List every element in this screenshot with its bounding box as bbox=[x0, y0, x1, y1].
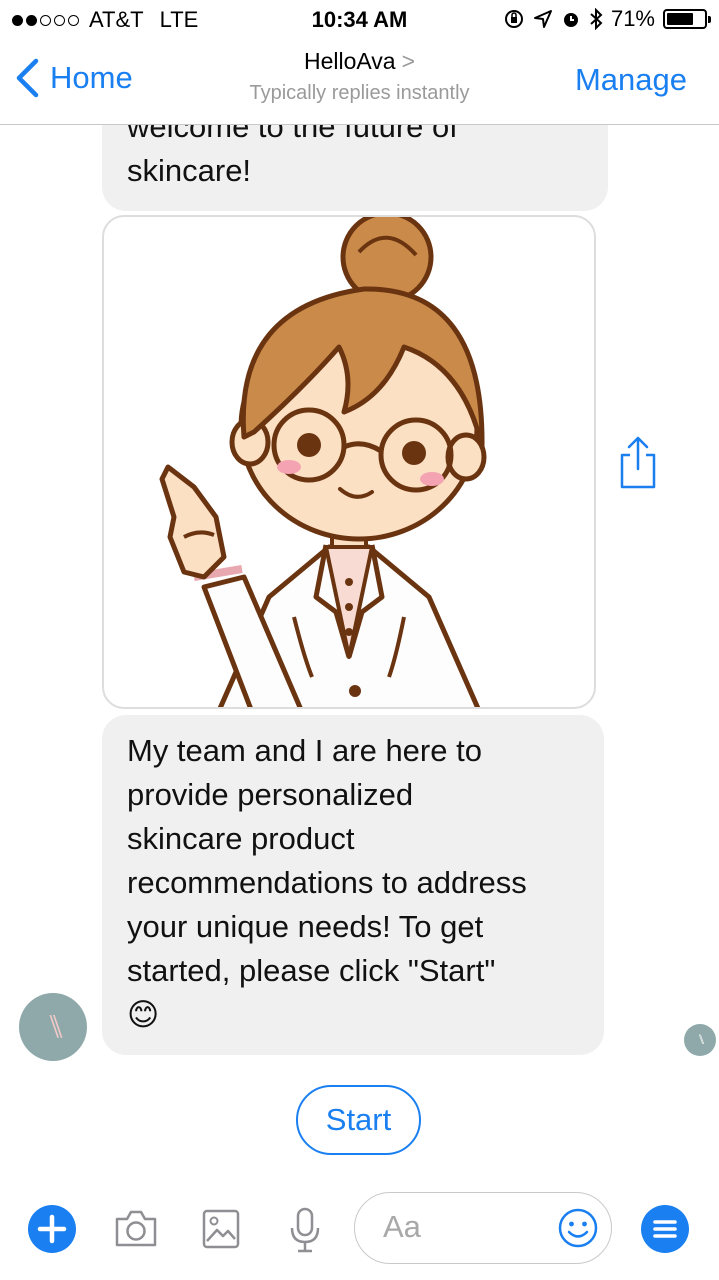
gallery-icon[interactable] bbox=[202, 1209, 240, 1249]
read-receipt-avatar: \\ bbox=[684, 1024, 716, 1056]
start-quick-reply-button[interactable]: Start bbox=[296, 1085, 421, 1155]
more-actions-button[interactable] bbox=[28, 1205, 76, 1253]
orientation-lock-icon bbox=[504, 10, 523, 28]
message-placeholder: Aa bbox=[383, 1209, 421, 1244]
image-attachment[interactable] bbox=[102, 215, 596, 709]
message-bubble: My team and I are here to provide person… bbox=[102, 715, 604, 1055]
message-line: recommendations to address bbox=[127, 865, 527, 900]
message-line: your unique needs! To get bbox=[127, 909, 484, 944]
share-icon[interactable] bbox=[618, 435, 658, 490]
message-bubble: welcome to the future of skincare! bbox=[102, 125, 608, 211]
alarm-icon bbox=[563, 13, 578, 27]
message-line: skincare! bbox=[127, 153, 252, 188]
dermatologist-cartoon-image bbox=[159, 217, 487, 707]
avatar-logo: \\ bbox=[698, 1031, 705, 1048]
bluetooth-icon bbox=[590, 8, 603, 30]
message-line: skincare product bbox=[127, 821, 355, 856]
smiling-emoji: 😊 bbox=[127, 997, 160, 1032]
avatar-logo: \\ bbox=[49, 1008, 63, 1045]
message-line: welcome to the future of bbox=[127, 125, 458, 144]
message-line: My team and I are here to bbox=[127, 733, 482, 768]
bot-avatar[interactable]: \\ bbox=[19, 993, 87, 1061]
composer-bar: Aa bbox=[0, 1180, 719, 1280]
conversation-header: Home HelloAva > Typically replies instant… bbox=[0, 40, 719, 125]
emoji-icon[interactable] bbox=[557, 1207, 599, 1249]
message-line: started, please click "Start" bbox=[127, 953, 496, 988]
battery-percent: 71% bbox=[610, 6, 655, 31]
plus-icon bbox=[37, 1214, 67, 1244]
manage-button[interactable]: Manage bbox=[575, 62, 687, 98]
title-chevron-icon: > bbox=[401, 48, 416, 74]
camera-icon[interactable] bbox=[113, 1207, 159, 1249]
battery-icon bbox=[663, 9, 711, 29]
message-line: provide personalized bbox=[127, 777, 414, 812]
bot-menu-button[interactable] bbox=[641, 1205, 689, 1253]
microphone-icon[interactable] bbox=[288, 1206, 322, 1254]
status-bar: AT&T LTE 10:34 AM 71% bbox=[0, 0, 719, 40]
message-input[interactable]: Aa bbox=[354, 1192, 612, 1264]
page-title: HelloAva bbox=[303, 48, 396, 74]
menu-icon bbox=[653, 1220, 677, 1238]
message-list[interactable]: welcome to the future of skincare! My te… bbox=[0, 125, 719, 1180]
location-icon bbox=[533, 10, 552, 28]
